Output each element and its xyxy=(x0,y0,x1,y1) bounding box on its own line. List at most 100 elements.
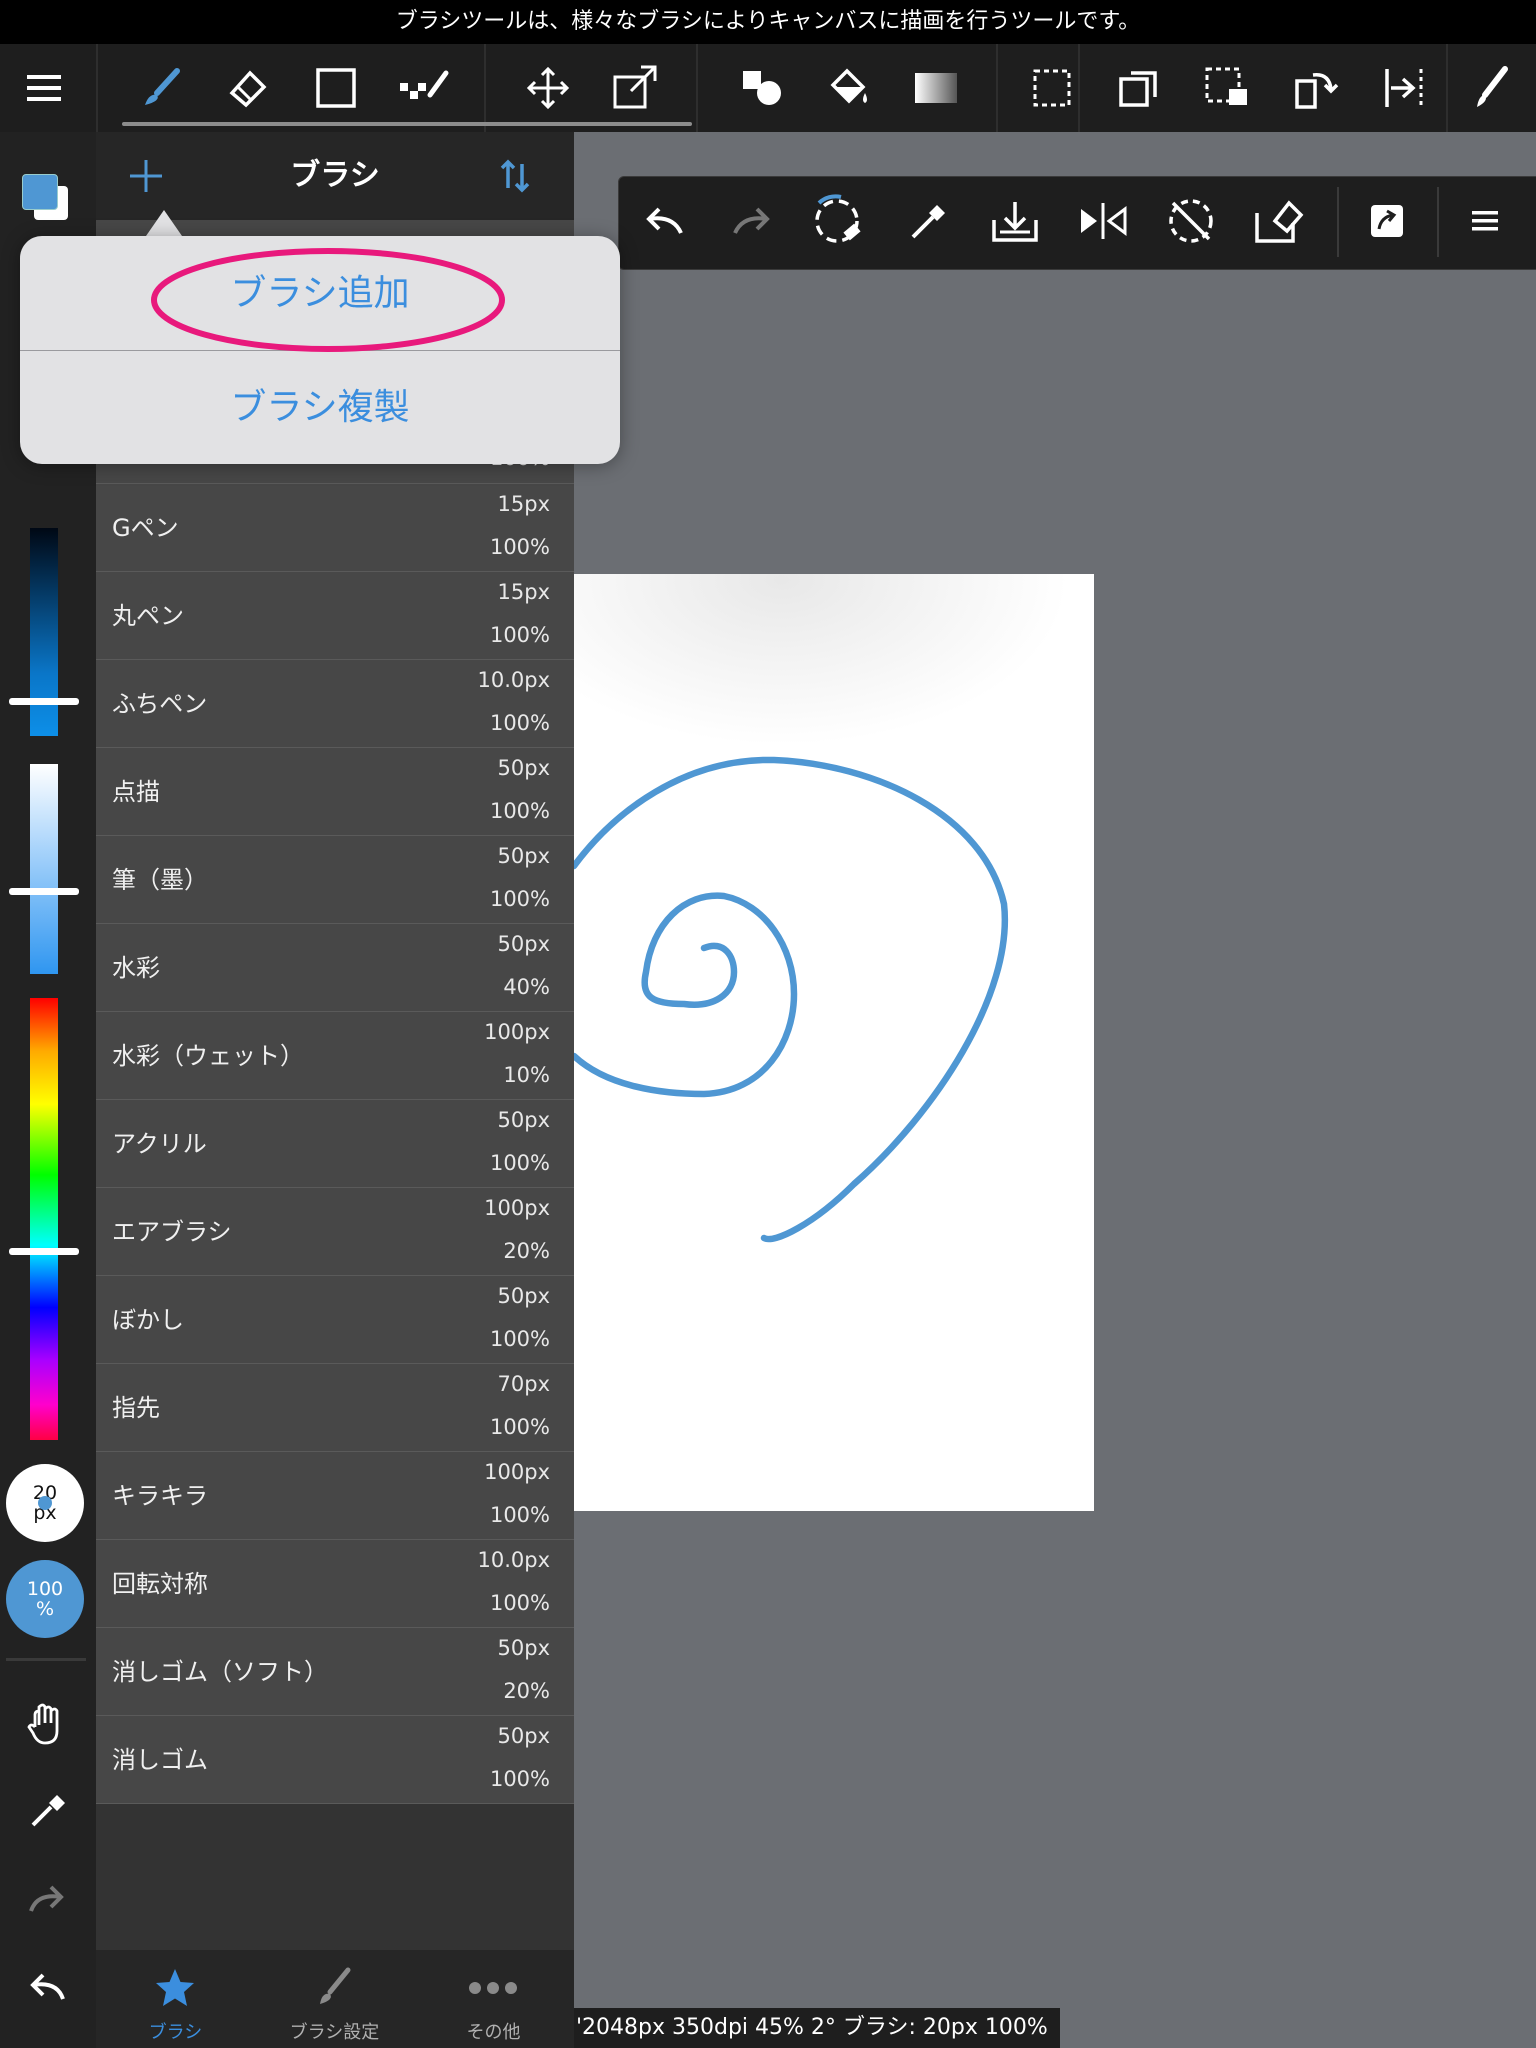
brush-size: 50px xyxy=(497,1284,550,1308)
main-toolbar xyxy=(0,44,1536,132)
bucket-icon[interactable] xyxy=(818,58,878,118)
brush-opacity: 100% xyxy=(489,887,550,911)
brush-opacity: 40% xyxy=(503,975,550,999)
brush-size: 15px xyxy=(497,492,550,516)
brush-row[interactable]: 水彩（ウェット） 100px 10% xyxy=(96,1012,574,1100)
brush-opacity: 100% xyxy=(489,535,550,559)
flip-icon[interactable] xyxy=(1374,58,1434,118)
undo-icon[interactable] xyxy=(635,191,695,251)
share-icon[interactable] xyxy=(1357,191,1417,251)
brush-opacity: 100% xyxy=(489,711,550,735)
mirror-icon[interactable] xyxy=(1073,191,1133,251)
pen-icon[interactable] xyxy=(1460,58,1520,118)
brush-row[interactable]: ぼかし 50px 100% xyxy=(96,1276,574,1364)
brush-size: 50px xyxy=(497,844,550,868)
toolbar-divider xyxy=(1446,44,1448,132)
highlight-ellipse xyxy=(151,248,505,352)
layer-copy-icon[interactable] xyxy=(1110,58,1170,118)
sub-toolbar xyxy=(618,176,1536,270)
brush-opacity: 10% xyxy=(503,1063,550,1087)
brush-size: 50px xyxy=(497,756,550,780)
saturation-handle[interactable] xyxy=(9,888,79,895)
add-brush-icon[interactable] xyxy=(126,156,166,196)
toolbar-divider xyxy=(696,44,698,132)
tab-other[interactable]: その他 xyxy=(414,1950,573,2048)
brush-row[interactable]: キラキラ 100px 100% xyxy=(96,1452,574,1540)
clear-selection-icon[interactable] xyxy=(809,191,869,251)
toolbar-divider xyxy=(96,44,98,132)
brush-size-button[interactable]: 20 px xyxy=(6,1464,84,1542)
select-icon[interactable] xyxy=(1022,58,1082,118)
brush-tool-icon[interactable] xyxy=(130,58,190,118)
brush-size: 100px xyxy=(484,1196,550,1220)
brush-row[interactable]: 点描 50px 100% xyxy=(96,748,574,836)
tab-other-label: その他 xyxy=(466,2022,521,2043)
undo-side-icon[interactable] xyxy=(18,1958,76,2016)
move-tool-icon[interactable] xyxy=(518,58,578,118)
tool-hint-bar: ブラシツールは、様々なブラシによりキャンバスに描画を行うツールです。 xyxy=(0,0,1536,44)
rotate-reset-icon[interactable] xyxy=(1161,191,1221,251)
transform-tool-icon[interactable] xyxy=(606,58,666,118)
opacity-button[interactable]: 100% xyxy=(6,1560,84,1638)
brush-opacity: 100% xyxy=(489,1591,550,1615)
redo-side-icon[interactable] xyxy=(18,1870,76,1928)
brush-row[interactable]: 丸ペン 15px 100% xyxy=(96,572,574,660)
menu-icon[interactable] xyxy=(14,58,74,118)
sort-icon[interactable] xyxy=(496,156,536,196)
rotate-icon[interactable] xyxy=(1286,58,1346,118)
brush-opacity: 100% xyxy=(489,1151,550,1175)
brush-panel-tabs: ブラシ ブラシ設定 その他 xyxy=(96,1950,574,2048)
brush-name: ふちペン xyxy=(112,690,208,718)
duplicate-brush-menu-item[interactable]: ブラシ複製 xyxy=(20,352,620,464)
brush-row[interactable]: ふちペン 10.0px 100% xyxy=(96,660,574,748)
brush-row[interactable]: エアブラシ 100px 20% xyxy=(96,1188,574,1276)
saturation-slider[interactable] xyxy=(30,764,58,974)
drawing-canvas[interactable] xyxy=(574,574,1094,1511)
clear-layer-icon[interactable] xyxy=(1249,191,1309,251)
brush-size-dot xyxy=(38,1496,52,1510)
eyedropper-icon[interactable] xyxy=(897,191,957,251)
sidebar-divider xyxy=(6,1658,86,1661)
toolbar-divider xyxy=(1078,44,1080,132)
tab-brush[interactable]: ブラシ xyxy=(96,1950,255,2048)
brush-name: 消しゴム xyxy=(112,1746,208,1774)
import-icon[interactable] xyxy=(985,191,1045,251)
brush-name: 消しゴム（ソフト） xyxy=(112,1658,328,1686)
hue-slider[interactable] xyxy=(30,998,58,1440)
opacity-value: 100 xyxy=(26,1578,64,1600)
hand-icon[interactable] xyxy=(18,1696,76,1754)
status-bar: '2048px 350dpi 45% 2° ブラシ: 20px 100% xyxy=(574,2008,1060,2048)
brush-size: 70px xyxy=(497,1372,550,1396)
brush-size: 100px xyxy=(484,1020,550,1044)
gradient-icon[interactable] xyxy=(906,58,966,118)
tab-brush-settings[interactable]: ブラシ設定 xyxy=(255,1950,414,2048)
brush-row[interactable]: 消しゴム 50px 100% xyxy=(96,1716,574,1804)
fill-shape-icon[interactable] xyxy=(732,58,792,118)
brush-size: 10.0px xyxy=(477,668,550,692)
hue-handle[interactable] xyxy=(9,1248,79,1255)
brush-row[interactable]: 筆（墨） 50px 100% xyxy=(96,836,574,924)
brush-opacity: 100% xyxy=(489,623,550,647)
star-icon xyxy=(156,1969,194,2006)
add-brush-popover: ブラシ追加 ブラシ複製 xyxy=(20,236,620,464)
brush-row[interactable]: 水彩 50px 40% xyxy=(96,924,574,1012)
popover-arrow xyxy=(146,210,182,236)
redo-icon[interactable] xyxy=(721,191,781,251)
dot-tool-icon[interactable] xyxy=(394,58,454,118)
more-menu-icon[interactable] xyxy=(1457,191,1517,251)
brush-opacity: 20% xyxy=(503,1679,550,1703)
brush-row[interactable]: 指先 70px 100% xyxy=(96,1364,574,1452)
shape-tool-icon[interactable] xyxy=(306,58,366,118)
brush-row[interactable]: アクリル 50px 100% xyxy=(96,1100,574,1188)
eyedropper-side-icon[interactable] xyxy=(18,1782,76,1840)
color-swatch[interactable] xyxy=(22,174,72,224)
select-move-icon[interactable] xyxy=(1198,58,1258,118)
toolbar-divider xyxy=(484,44,486,132)
eraser-tool-icon[interactable] xyxy=(217,58,277,118)
brush-row[interactable]: 消しゴム（ソフト） 50px 20% xyxy=(96,1628,574,1716)
brightness-handle[interactable] xyxy=(9,698,79,705)
brush-row[interactable]: Gペン 15px 100% xyxy=(96,484,574,572)
brush-size: 50px xyxy=(497,1108,550,1132)
brush-opacity: 100% xyxy=(489,1767,550,1791)
brush-row[interactable]: 回転対称 10.0px 100% xyxy=(96,1540,574,1628)
